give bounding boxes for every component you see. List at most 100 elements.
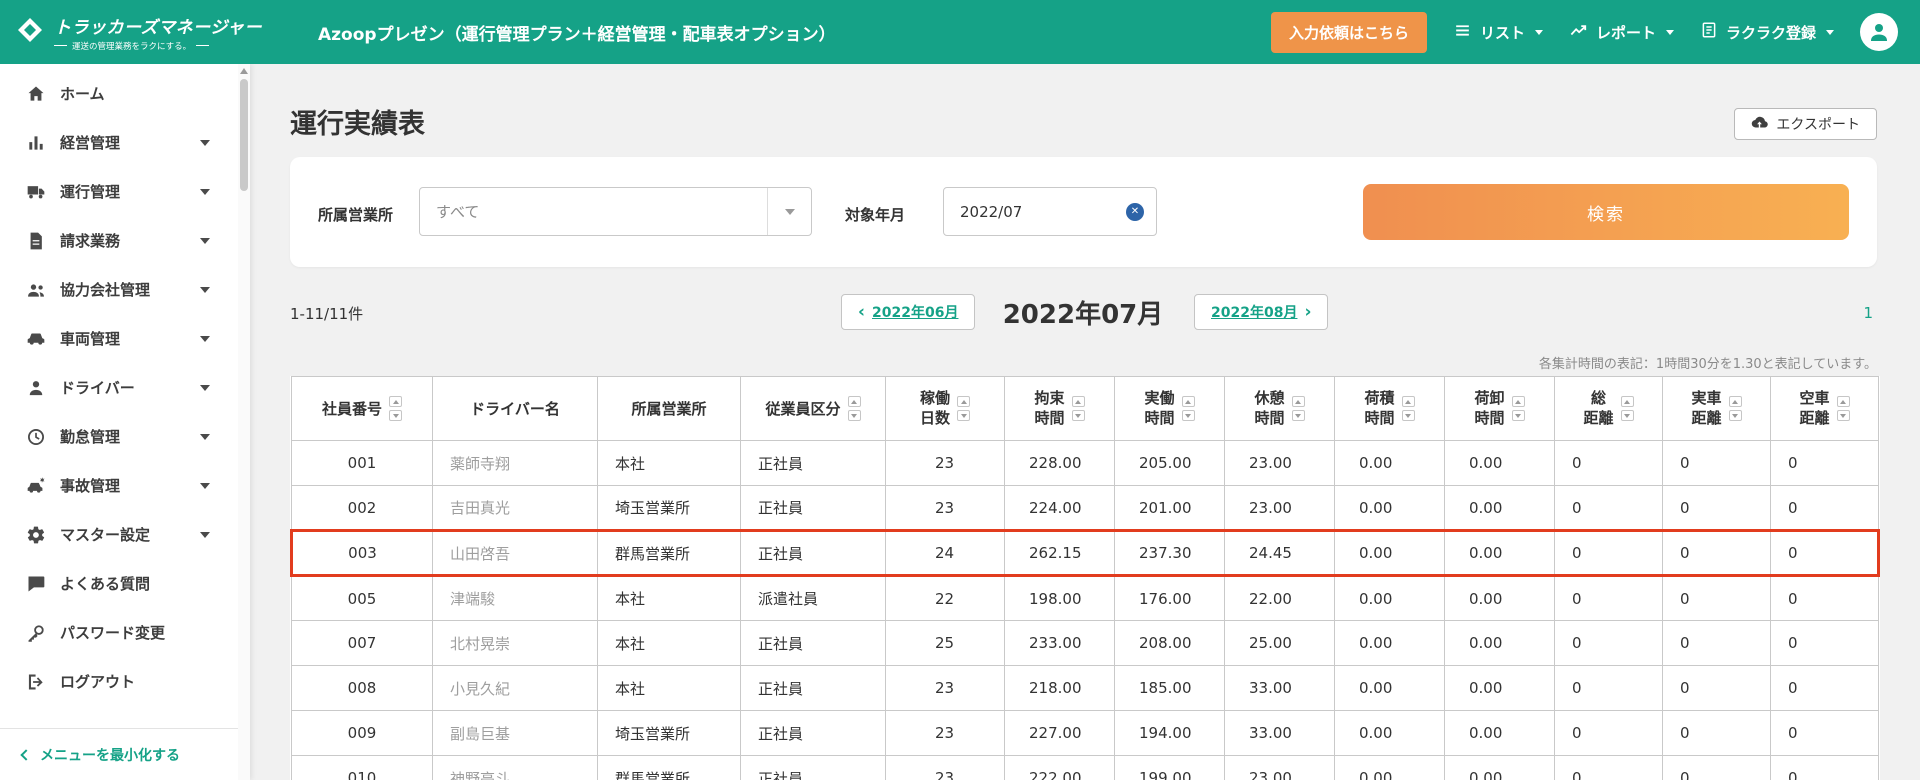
sidebar-item-billing[interactable]: 請求業務 [0,216,250,265]
table-cell: 0 [1554,620,1663,666]
table-cell: 001 [291,440,433,486]
search-button[interactable]: 検索 [1363,184,1849,240]
table-cell: 0.00 [1444,575,1555,621]
main-content: 運行実績表 エクスポート 所属営業所 すべて 対象年月 2022/07 ✕ 検索… [250,64,1920,780]
table-cell: 本社 [597,575,741,621]
input-request-button[interactable]: 入力依頼はこちら [1270,11,1427,53]
column-header-loaded-distance[interactable]: 実車 距離 [1662,376,1771,441]
sidebar-item-operation[interactable]: 運行管理 [0,167,250,216]
page-number[interactable]: 1 [1863,304,1873,322]
avatar[interactable] [1860,13,1898,51]
table-body: 001 薬師寺翔 本社 正社員 23 228.00 205.00 23.00 0.00 0.00 0… [290,440,1880,780]
sidebar-item-faq[interactable]: よくある質問 [0,559,250,608]
next-month-button[interactable]: 2022年08月 › [1194,294,1329,330]
table-cell: 0 [1770,755,1879,780]
tagline-line [54,45,67,46]
sidebar-scrollbar[interactable] [238,64,250,780]
table-cell: 33.00 [1224,710,1335,756]
cloud-upload-icon [1751,114,1769,135]
table-cell: 0 [1770,575,1879,621]
sort-icon[interactable] [847,396,861,421]
sort-icon[interactable] [389,396,402,421]
scrollbar-thumb[interactable] [240,79,248,191]
menu-list[interactable]: リスト [1453,21,1543,44]
chevron-left-icon [20,748,32,761]
table-cell: 003 [290,529,433,577]
column-header-employee-type[interactable]: 従業員区分 [740,376,886,441]
table-cell: 176.00 [1114,575,1225,621]
table-cell: 0 [1554,485,1663,531]
sidebar-item-home[interactable]: ホーム [0,69,250,118]
sidebar-item-logout[interactable]: ログアウト [0,657,250,706]
office-select-value: すべて [436,203,480,221]
app-logo[interactable]: トラッカーズマネージャー 運送の管理業務をラクにする。 [0,13,261,52]
office-select[interactable]: すべて [419,187,812,236]
register-form-icon [1700,21,1718,43]
table-cell: 25.00 [1224,620,1335,666]
column-header-restraint-hours[interactable]: 拘束 時間 [1004,376,1115,441]
clear-icon[interactable]: ✕ [1126,202,1144,221]
sort-icon[interactable] [1511,396,1525,421]
logo-title: トラッカーズマネージャー [54,17,262,38]
sort-icon[interactable] [957,396,970,421]
sort-icon[interactable] [1620,396,1634,421]
sort-icon[interactable] [1401,396,1415,421]
sidebar-item-attendance[interactable]: 勤怠管理 [0,412,250,461]
sort-icon[interactable] [1728,396,1742,421]
prev-month-button[interactable]: ‹ 2022年06月 [841,294,976,330]
sidebar-item-label: ドライバー [60,379,135,397]
home-icon [28,86,44,101]
menu-report[interactable]: レポート [1569,21,1674,44]
chevron-down-icon [200,188,210,195]
sidebar-item-label: 事故管理 [60,477,121,495]
column-header-office: 所属営業所 [597,376,741,441]
chevron-down-icon [200,237,210,244]
table-cell: 津端駿 [432,575,598,621]
table-cell: 0 [1770,440,1879,486]
table-cell: 0.00 [1444,755,1555,780]
sidebar-item-vehicles[interactable]: 車両管理 [0,314,250,363]
chevron-down-icon [200,384,210,391]
sort-icon[interactable] [1071,396,1085,421]
column-header-employee-id[interactable]: 社員番号 [291,376,433,441]
minimize-menu-button[interactable]: メニューを最小化する [0,728,250,780]
scroll-up-icon[interactable] [240,68,248,74]
month-input[interactable]: 2022/07 ✕ [943,187,1157,236]
sidebar-item-change-password[interactable]: パスワード変更 [0,608,250,657]
sort-icon[interactable] [1291,396,1305,421]
column-header-total-distance[interactable]: 総距離 [1554,376,1663,441]
column-header-break-hours[interactable]: 休憩 時間 [1224,376,1335,441]
table-cell: 0 [1554,575,1663,621]
table-cell: 正社員 [740,620,886,666]
sidebar-item-drivers[interactable]: ドライバー [0,363,250,412]
sidebar-item-management[interactable]: 経営管理 [0,118,250,167]
table-cell: 0.00 [1334,620,1445,666]
sidebar: ホーム 経営管理 運行管理 請求業務 協力会社管理 車両管理 ドライバー 勤怠管… [0,64,250,780]
table-cell: 33.00 [1224,665,1335,711]
table-note: 各集計時間の表記：1時間30分を1.30と表記しています。 [1538,357,1877,372]
column-header-empty-distance[interactable]: 空車 距離 [1770,376,1879,441]
sidebar-item-accidents[interactable]: 事故管理 [0,461,250,510]
column-header-unloading-hours[interactable]: 荷卸 時間 [1444,376,1555,441]
sort-icon[interactable] [1836,396,1850,421]
column-header-loading-hours[interactable]: 荷積 時間 [1334,376,1445,441]
table-row: 001 薬師寺翔 本社 正社員 23 228.00 205.00 23.00 0.00 0.00 0… [291,440,1879,486]
column-header-working-days[interactable]: 稼働 日数 [885,376,1005,441]
sidebar-item-partners[interactable]: 協力会社管理 [0,265,250,314]
sidebar-item-label: よくある質問 [60,575,151,593]
table-cell: 22.00 [1224,575,1335,621]
page-title: 運行実績表 [290,109,425,140]
menu-list-label: リスト [1479,23,1525,42]
table-cell: 23 [885,485,1005,531]
export-button[interactable]: エクスポート [1734,108,1877,140]
table-cell: 0.00 [1444,710,1555,756]
table-cell: 0.00 [1334,575,1445,621]
table-cell: 233.00 [1004,620,1115,666]
column-header-actual-hours[interactable]: 実働 時間 [1114,376,1225,441]
sidebar-item-master-settings[interactable]: マスター設定 [0,510,250,559]
sort-icon[interactable] [1181,396,1195,421]
table-cell: 008 [291,665,433,711]
sidebar-item-label: ログアウト [60,673,136,691]
table-cell: 群馬営業所 [597,755,741,780]
menu-register[interactable]: ラクラク登録 [1700,21,1834,43]
